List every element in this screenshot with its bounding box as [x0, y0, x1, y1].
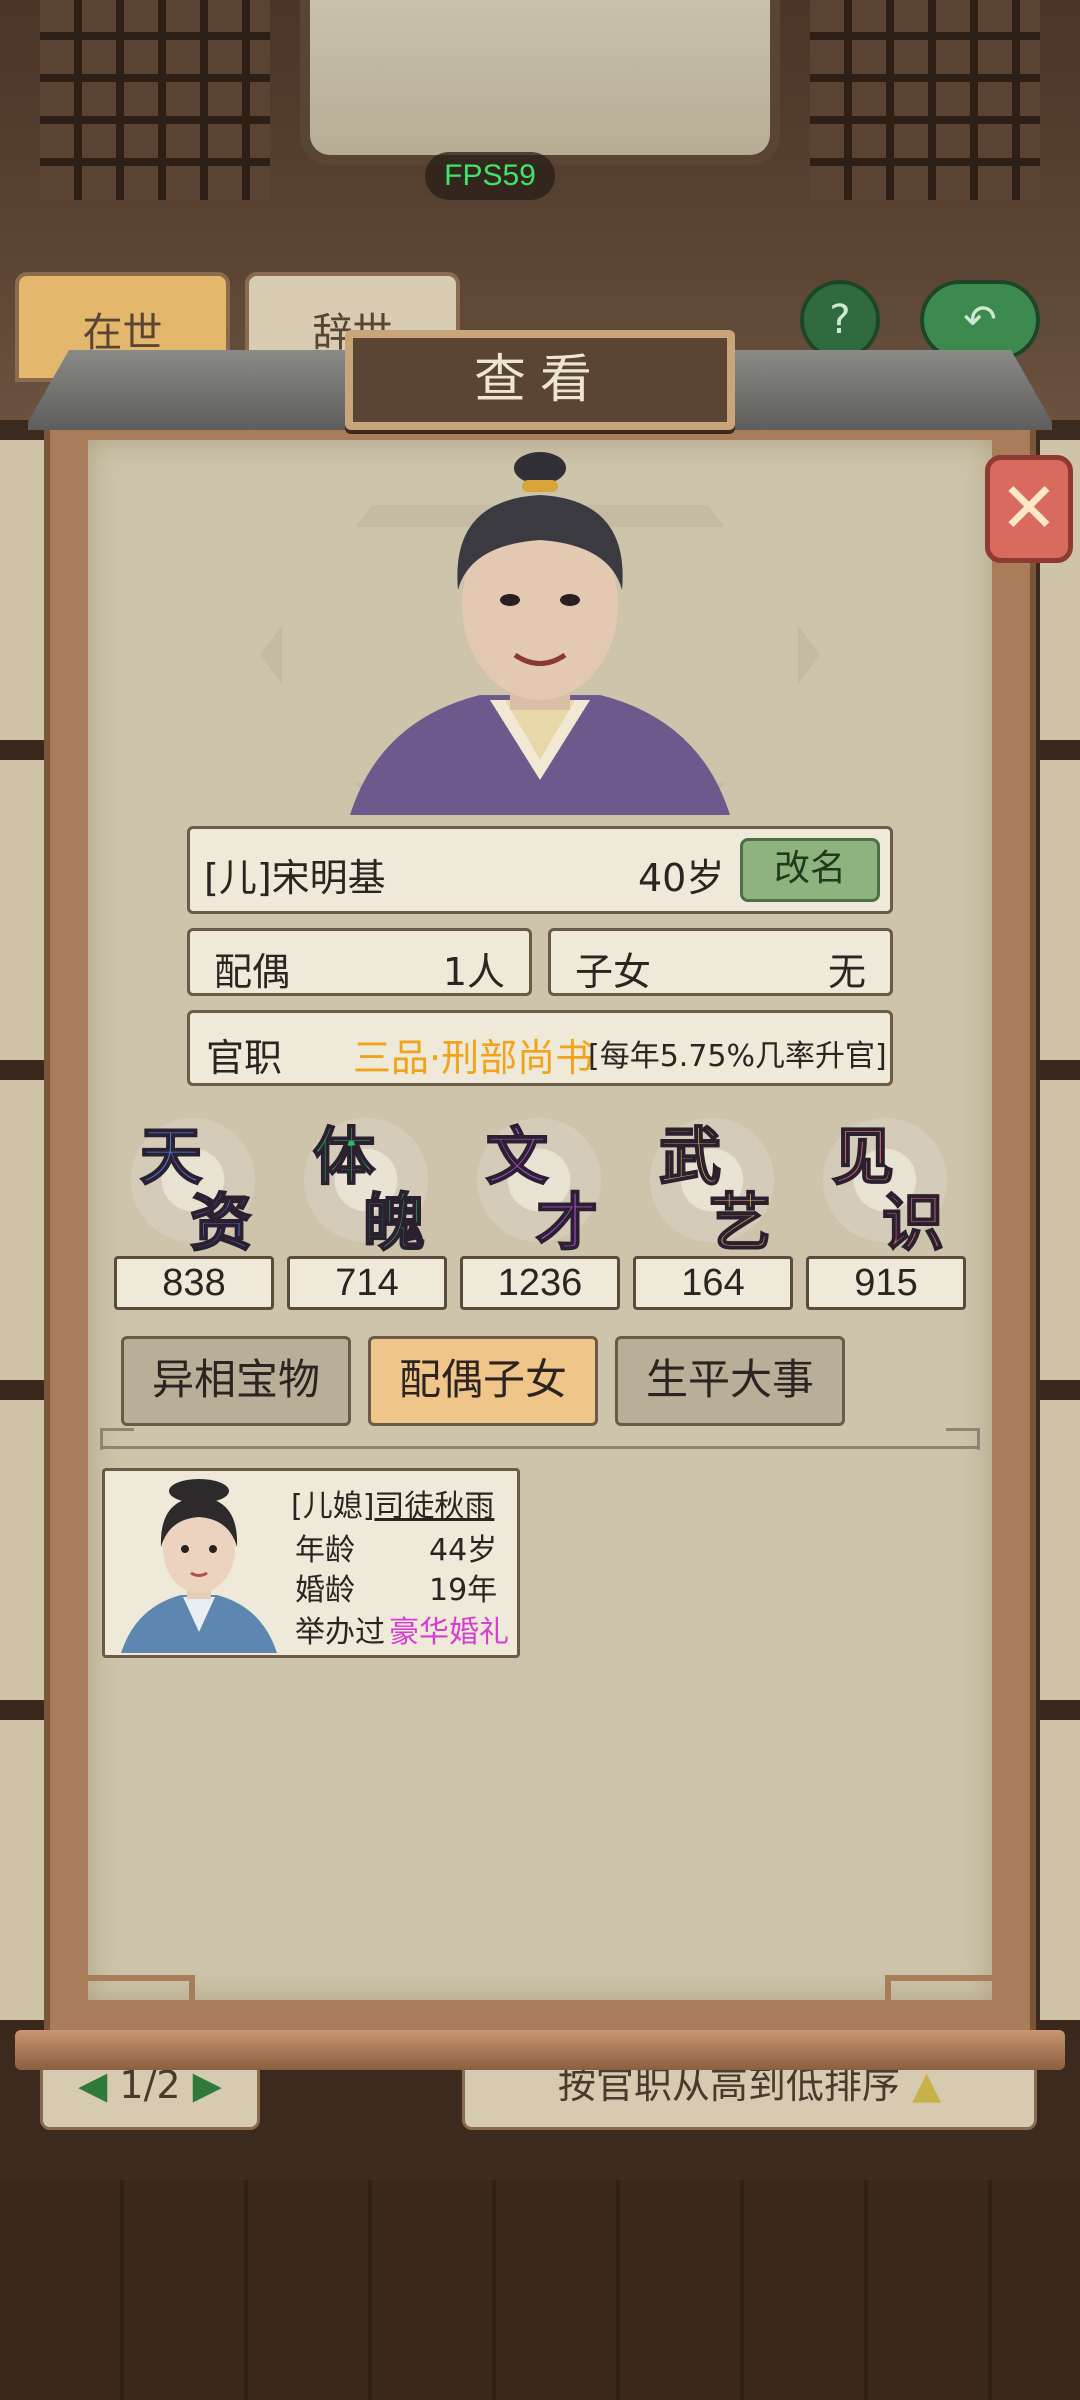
close-button[interactable]: ✕	[985, 455, 1073, 563]
office-label: 官职	[206, 1036, 283, 1080]
stat-insight-icon: 见 识	[810, 1110, 960, 1260]
character-age: 40岁	[638, 856, 725, 900]
stat-martial-icon: 武 艺	[637, 1110, 787, 1260]
wedding-type: 豪华婚礼	[389, 1615, 509, 1650]
section-divider	[100, 1446, 980, 1449]
office-row: 官职 三品·刑部尚书 [每年5.75%几率升官]	[187, 1010, 893, 1086]
spouse-age-row: 年龄 44岁	[295, 1525, 497, 1569]
promotion-chance: [每年5.75%几率升官]	[588, 1039, 887, 1074]
stat-talent-value: 838	[114, 1256, 274, 1310]
stat-talent-icon: 天 资	[118, 1110, 268, 1260]
spouse-name[interactable]: 司徒秋雨	[374, 1489, 494, 1524]
spouse-marriage-row: 婚龄 19年	[295, 1565, 497, 1609]
stat-literary-icon: 文 才	[464, 1110, 614, 1260]
stat-martial-char2: 艺	[708, 1185, 772, 1260]
name-row: [儿]宋明基 40岁 改名	[187, 826, 893, 914]
stat-physique-char2: 魄	[362, 1185, 426, 1260]
background-list-left	[0, 440, 50, 2040]
help-button[interactable]: ?	[800, 280, 880, 360]
spouse-card[interactable]: [儿媳]司徒秋雨 年龄 44岁 婚龄 19年 举办过 豪华婚礼	[102, 1468, 520, 1658]
question-icon: ?	[829, 297, 851, 343]
return-button[interactable]: ↶	[920, 280, 1040, 360]
tab-life-events[interactable]: 生平大事	[615, 1336, 845, 1426]
stat-talent-char2: 资	[189, 1185, 253, 1260]
character-name: [儿]宋明基	[204, 856, 386, 900]
spouse-count-box: 配偶 1人	[187, 928, 532, 996]
tab-treasures[interactable]: 异相宝物	[121, 1336, 351, 1426]
stat-insight-char2: 识	[881, 1185, 945, 1260]
dialog-title: 查看	[345, 330, 735, 430]
spouse-value: 1人	[442, 950, 505, 994]
lattice-window-right	[810, 0, 1040, 200]
background-floor	[0, 2180, 1080, 2400]
stat-insight-value: 915	[806, 1256, 966, 1310]
character-portrait	[350, 452, 730, 815]
spouse-marriage-label: 婚龄	[295, 1573, 355, 1608]
rename-button[interactable]: 改名	[740, 838, 880, 902]
return-icon: ↶	[963, 297, 997, 343]
divider-ornament-left	[100, 1428, 134, 1450]
stat-martial-value: 164	[633, 1256, 793, 1310]
stat-physique-value: 714	[287, 1256, 447, 1310]
fps-counter: FPS59	[425, 152, 555, 200]
lattice-window-left	[40, 0, 270, 200]
spouse-relation: [儿媳]	[291, 1489, 375, 1524]
dialog-base	[15, 2030, 1065, 2070]
background-list-right	[1040, 440, 1080, 2040]
spouse-age-label: 年龄	[295, 1533, 355, 1568]
stat-literary-value: 1236	[460, 1256, 620, 1310]
divider-ornament-right	[946, 1428, 980, 1450]
spouse-label: 配偶	[214, 950, 291, 994]
spouse-age-value: 44岁	[429, 1533, 498, 1568]
spouse-marriage-value: 19年	[429, 1573, 498, 1608]
wedding-prefix: 举办过	[295, 1615, 385, 1650]
stat-physique-icon: 体 魄	[291, 1110, 441, 1260]
spouse-portrait	[111, 1477, 287, 1653]
children-label: 子女	[575, 950, 652, 994]
children-count-box: 子女 无	[548, 928, 893, 996]
close-icon: ✕	[999, 467, 1059, 549]
tab-spouse-children[interactable]: 配偶子女	[368, 1336, 598, 1426]
children-value: 无	[827, 950, 866, 994]
office-value: 三品·刑部尚书	[353, 1036, 594, 1080]
background-painting	[300, 0, 780, 165]
stat-literary-char2: 才	[535, 1185, 599, 1260]
spouse-name-line[interactable]: [儿媳]司徒秋雨	[291, 1481, 494, 1525]
